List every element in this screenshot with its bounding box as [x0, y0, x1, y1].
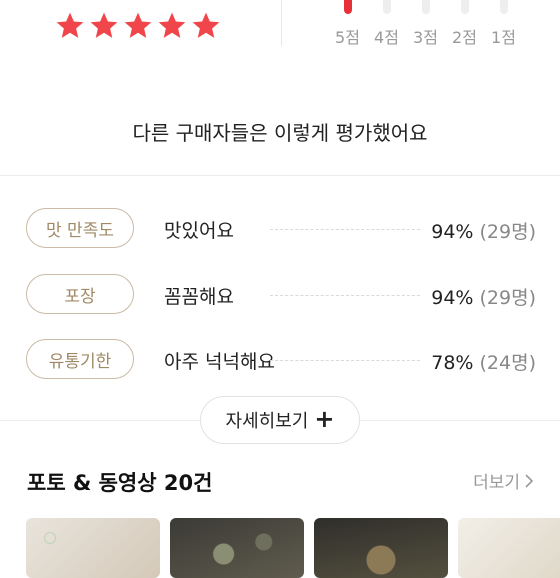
histogram-2: 2점 [445, 0, 484, 50]
rating-divider [281, 0, 282, 46]
photo-thumbnail[interactable] [26, 518, 160, 578]
histogram-label: 2점 [452, 28, 477, 47]
summary-row: 포장 꼼꼼해요 94% (29명) [26, 274, 536, 316]
percent-count: (24명) [479, 352, 536, 374]
photo-thumbnail[interactable] [314, 518, 448, 578]
photo-thumbnail[interactable] [458, 518, 560, 578]
summary-title: 다른 구매자들은 이렇게 평가했어요 [132, 121, 428, 145]
histogram-label: 1점 [491, 28, 516, 47]
summary-tag[interactable]: 유통기한 [26, 339, 134, 379]
histogram-label: 4점 [374, 28, 399, 47]
plus-icon: + [314, 405, 335, 433]
star-icon [56, 12, 84, 38]
star-icon [124, 12, 152, 38]
percent-value: 78% [431, 352, 474, 374]
star-icon [158, 12, 186, 38]
chevron-right-icon [525, 473, 534, 488]
star-icon [90, 12, 118, 38]
histogram-1: 1점 [484, 0, 523, 50]
summary-tag[interactable]: 맛 만족도 [26, 208, 134, 248]
media-more-link[interactable]: 더보기 [473, 468, 534, 493]
rating-histogram: 5점 4점 3점 2점 1점 [328, 0, 523, 50]
percent-value: 94% [431, 287, 474, 309]
histogram-bar [421, 0, 430, 14]
summary-row: 유통기한 아주 넉넉해요 78% (24명) [26, 339, 536, 381]
media-thumbnails [26, 518, 560, 578]
histogram-bar [460, 0, 469, 14]
media-more-label: 더보기 [473, 473, 520, 493]
photo-thumbnail[interactable] [170, 518, 304, 578]
percent-value: 94% [431, 221, 474, 243]
percent-count: (29명) [479, 287, 536, 309]
rating-stars [54, 10, 222, 42]
star-icon [192, 12, 220, 38]
show-details-button[interactable]: 자세히보기 + [200, 396, 360, 444]
summary-desc: 맛있어요 [164, 220, 234, 242]
media-section-title: 포토 & 동영상 20건 [27, 471, 213, 495]
histogram-bar [343, 0, 352, 14]
histogram-4: 4점 [367, 0, 406, 50]
summary-percent: 94% (29명) [431, 217, 536, 244]
percent-count: (29명) [479, 221, 536, 243]
histogram-label: 3점 [413, 28, 438, 47]
summary-row: 맛 만족도 맛있어요 94% (29명) [26, 208, 536, 250]
show-details-label: 자세히보기 [225, 411, 309, 432]
summary-tag[interactable]: 포장 [26, 274, 134, 314]
histogram-3: 3점 [406, 0, 445, 50]
dotted-leader [270, 295, 420, 296]
summary-desc: 꼼꼼해요 [164, 286, 234, 308]
summary-percent: 94% (29명) [431, 283, 536, 310]
histogram-label: 5점 [335, 28, 360, 47]
summary-percent: 78% (24명) [431, 348, 536, 375]
histogram-bar [499, 0, 508, 14]
dotted-leader [270, 360, 420, 361]
histogram-bar [382, 0, 391, 14]
section-divider [0, 175, 560, 176]
summary-desc: 아주 넉넉해요 [164, 351, 275, 373]
dotted-leader [270, 229, 420, 230]
histogram-5: 5점 [328, 0, 367, 50]
